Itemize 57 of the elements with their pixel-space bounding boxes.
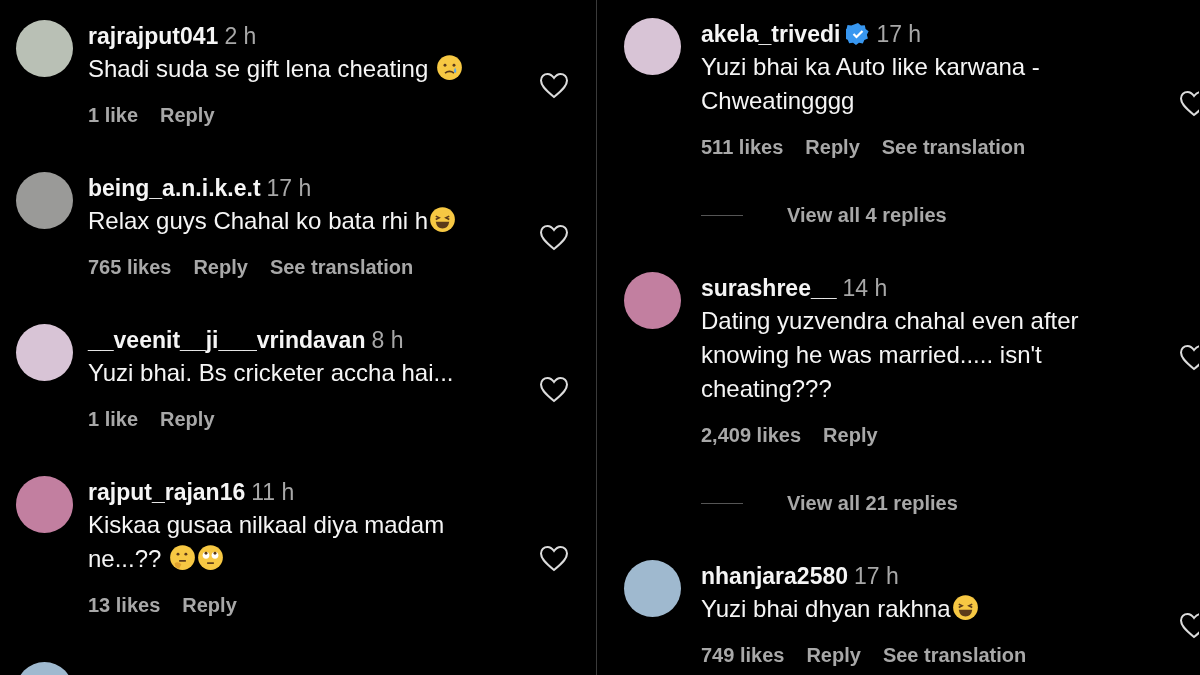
comment-text: Yuzi bhai. Bs cricketer accha hai... — [88, 358, 455, 388]
comment-time: 17 h — [876, 20, 922, 48]
comment-time: 2 h — [224, 22, 257, 50]
avatar[interactable] — [624, 272, 681, 329]
translation-link[interactable]: See translation — [882, 640, 1027, 670]
like-count: 765 likes — [88, 255, 172, 280]
view-replies-link[interactable]: View all 4 replies — [787, 200, 947, 230]
view-replies-link[interactable]: View all 21 replies — [787, 488, 958, 518]
reply-link[interactable]: Reply — [182, 590, 237, 620]
crying-emoji-icon — [435, 54, 463, 81]
comment-text: Relax guys Chahal ko bata rhi h — [88, 204, 524, 238]
heart-icon[interactable] — [539, 223, 569, 251]
comment-text: Dating yuzvendra chahal even after knowing he was married..... isn't cheating??? — [701, 306, 1080, 404]
laughing-emoji-icon — [951, 594, 979, 621]
comment-time: 17 h — [266, 174, 312, 202]
heart-icon[interactable] — [539, 71, 569, 99]
like-count: 1 like — [88, 103, 139, 128]
avatar[interactable] — [16, 324, 73, 381]
username[interactable]: rajput_rajan16 — [88, 478, 246, 506]
username[interactable]: nhanjara2580 — [701, 562, 849, 590]
comment-time: 8 h — [371, 326, 404, 354]
reply-link[interactable]: Reply — [160, 100, 215, 130]
reply-link[interactable]: Reply — [823, 420, 878, 450]
comment-time: 14 h — [842, 274, 888, 302]
comment-text: Yuzi bhai ka Auto like karwana - Chweatingggg — [701, 52, 1041, 116]
eye-roll-emoji-icon — [197, 544, 225, 571]
thinking-emoji-icon — [169, 544, 197, 571]
comment-text: Kiskaa gusaa nilkaal diya madam ne...?? — [88, 510, 446, 574]
heart-icon[interactable] — [539, 375, 569, 403]
reply-link[interactable]: Reply — [805, 132, 860, 162]
username[interactable]: being_a.n.i.k.e.t — [88, 174, 261, 202]
like-count: 749 likes — [701, 643, 785, 668]
like-count: 2,409 likes — [701, 423, 802, 448]
comment-text: Yuzi bhai dhyan rakhna — [701, 592, 1159, 626]
avatar[interactable] — [16, 476, 73, 533]
heart-icon[interactable] — [539, 544, 569, 572]
like-count: 1 like — [88, 407, 139, 432]
reply-link[interactable]: Reply — [193, 252, 248, 282]
reply-link[interactable]: Reply — [160, 404, 215, 434]
username[interactable]: surashree__ — [701, 274, 837, 302]
translation-link[interactable]: See translation — [881, 132, 1026, 162]
avatar[interactable] — [624, 560, 681, 617]
verified-badge-icon — [846, 22, 871, 46]
username[interactable]: __veenit__ji___vrindavan — [88, 326, 366, 354]
comment-time: 11 h — [251, 478, 295, 506]
translation-link[interactable]: See translation — [269, 252, 414, 282]
comment-text: Shadi suda se gift lena cheating — [88, 52, 524, 86]
like-count: 511 likes — [701, 135, 784, 160]
avatar[interactable] — [16, 20, 73, 77]
reply-link[interactable]: Reply — [806, 640, 861, 670]
username[interactable]: akela_trivedi — [701, 20, 841, 48]
laughing-emoji-icon — [429, 206, 457, 233]
username[interactable]: rajrajput041 — [88, 22, 219, 50]
avatar[interactable] — [16, 172, 73, 229]
avatar[interactable] — [624, 18, 681, 75]
like-count: 13 likes — [88, 593, 161, 618]
comment-time: 17 h — [854, 562, 899, 590]
